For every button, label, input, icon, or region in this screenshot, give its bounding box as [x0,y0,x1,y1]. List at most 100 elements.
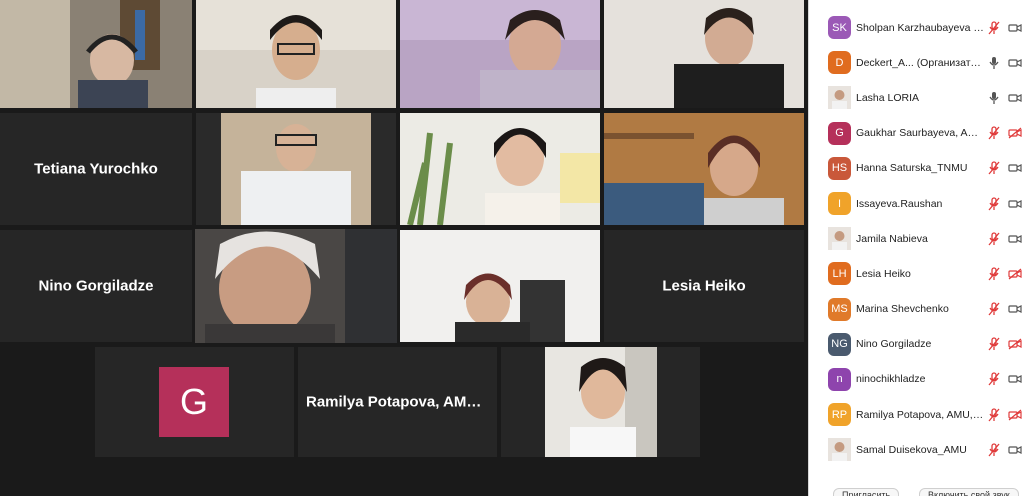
mic-muted-icon[interactable] [987,337,1001,351]
participant-row[interactable]: Samal Duisekova_AMU [809,432,1024,467]
camera-icon[interactable] [1008,197,1022,211]
video-tile-3[interactable] [400,0,600,108]
mic-muted-icon[interactable] [987,302,1001,316]
participant-row[interactable]: Lasha LORIA [809,80,1024,115]
participants-list: SK Sholpan Karzhaubayeva (я) D Deckert_A...… [809,10,1024,467]
mic-muted-icon[interactable] [987,267,1001,281]
video-tile-2[interactable] [196,0,396,108]
video-tile-active-speaker[interactable] [195,229,397,343]
participant-name: Deckert_A... (Организатор) [856,56,984,69]
participant-tile-ramilya[interactable]: Ramilya Potapova, AMU, N... [298,347,497,457]
mic-muted-icon[interactable] [987,20,1001,35]
participant-name: Nino Gorgiladze [856,338,932,351]
participants-panel: SK Sholpan Karzhaubayeva (я) D Deckert_A...… [808,0,1024,496]
avatar: G [159,367,229,437]
participant-row[interactable]: SK Sholpan Karzhaubayeva (я) [809,10,1024,45]
avatar: SK [828,16,851,40]
meeting-window: Tetiana Yurochko Nino Gorgiladze Lesia H… [0,0,1024,496]
video-tile-9-container[interactable] [501,347,700,457]
participant-name: Nino Gorgiladze [38,277,154,295]
participant-name: Lesia Heiko [662,277,746,295]
participant-name: Gaukhar Saurbayeva, AM... [856,127,984,140]
participant-row[interactable]: NG Nino Gorgiladze [809,327,1024,362]
avatar: NG [828,332,851,356]
camera-icon[interactable] [1008,302,1022,316]
mic-muted-icon[interactable] [987,126,1001,140]
camera-icon[interactable] [1008,21,1022,35]
video-tile-1[interactable] [0,0,192,108]
camera-icon[interactable] [1008,372,1022,386]
participant-name: Ramilya Potapova, AMU, N... [856,408,984,421]
avatar: I [828,192,851,216]
unmute-self-button[interactable]: Включить свой звук [919,488,1019,496]
avatar: D [828,51,851,75]
mic-muted-icon[interactable] [987,443,1001,457]
camera-icon[interactable] [1008,443,1022,457]
participant-row[interactable]: HS Hanna Saturska_TNMU [809,151,1024,186]
panel-footer: Пригласить Включить свой звук [809,482,1024,496]
video-tile-4[interactable] [604,0,804,108]
participant-tile-lesia[interactable]: Lesia Heiko [604,230,804,342]
avatar: RP [828,403,851,427]
participant-name: Sholpan Karzhaubayeva (я) [856,21,984,34]
mic-muted-icon[interactable] [987,232,1001,246]
camera-off-icon[interactable] [1008,126,1022,140]
video-feed [400,230,600,342]
video-feed [604,113,804,225]
invite-button[interactable]: Пригласить [833,488,900,496]
mic-muted-icon[interactable] [987,372,1001,386]
camera-icon[interactable] [1008,232,1022,246]
video-feed [196,0,396,108]
mic-muted-icon[interactable] [987,161,1001,175]
participant-name: Marina Shevchenko [856,303,949,316]
video-feed [400,0,600,108]
video-feed [0,0,192,108]
participant-row[interactable]: G Gaukhar Saurbayeva, AM... [809,116,1024,151]
participant-name: Samal Duisekova_AMU [856,443,967,456]
avatar [828,438,851,462]
avatar: G [828,121,851,145]
video-tile-7[interactable] [604,113,804,225]
participant-row[interactable]: I Issayeva.Raushan [809,186,1024,221]
mic-icon[interactable] [987,56,1001,70]
participant-tile-nino[interactable]: Nino Gorgiladze [0,230,192,342]
mic-icon[interactable] [987,91,1001,105]
video-tile-6[interactable] [400,113,600,225]
participant-name: Issayeva.Raushan [856,197,943,210]
mic-muted-icon[interactable] [987,408,1001,422]
participant-name: Ramilya Potapova, AMU, N... [306,393,497,411]
avatar: MS [828,297,851,321]
camera-icon[interactable] [1008,161,1022,175]
video-feed [196,113,396,225]
mic-muted-icon[interactable] [987,196,1001,211]
participant-row[interactable]: D Deckert_A... (Организатор) [809,45,1024,80]
participant-name: Tetiana Yurochko [34,160,158,178]
participant-row[interactable]: MS Marina Shevchenko [809,292,1024,327]
participant-tile-g[interactable]: G [95,347,294,457]
avatar-photo [828,438,851,462]
participant-tile-tetiana[interactable]: Tetiana Yurochko [0,113,192,225]
video-tile-8[interactable] [400,230,600,342]
participant-name: Lasha LORIA [856,91,920,104]
camera-off-icon[interactable] [1008,267,1022,281]
participant-row[interactable]: n ninochikhladze [809,362,1024,397]
avatar [828,86,851,110]
camera-off-icon[interactable] [1008,408,1022,422]
video-feed [604,0,804,108]
avatar-photo [828,86,851,110]
participant-name: Jamila Nabieva [856,232,928,245]
video-tile-5[interactable] [196,113,396,225]
video-feed [195,229,397,343]
camera-icon[interactable] [1008,91,1022,105]
camera-off-icon[interactable] [1008,337,1022,351]
avatar: HS [828,156,851,180]
avatar: n [828,367,851,391]
avatar: LH [828,262,851,286]
participant-row[interactable]: Jamila Nabieva [809,221,1024,256]
participant-name: ninochikhladze [856,373,926,386]
participant-row[interactable]: RP Ramilya Potapova, AMU, N... [809,397,1024,432]
participant-row[interactable]: LH Lesia Heiko [809,256,1024,291]
video-feed [545,347,657,457]
camera-icon[interactable] [1008,56,1022,70]
participant-name: Lesia Heiko [856,267,911,280]
